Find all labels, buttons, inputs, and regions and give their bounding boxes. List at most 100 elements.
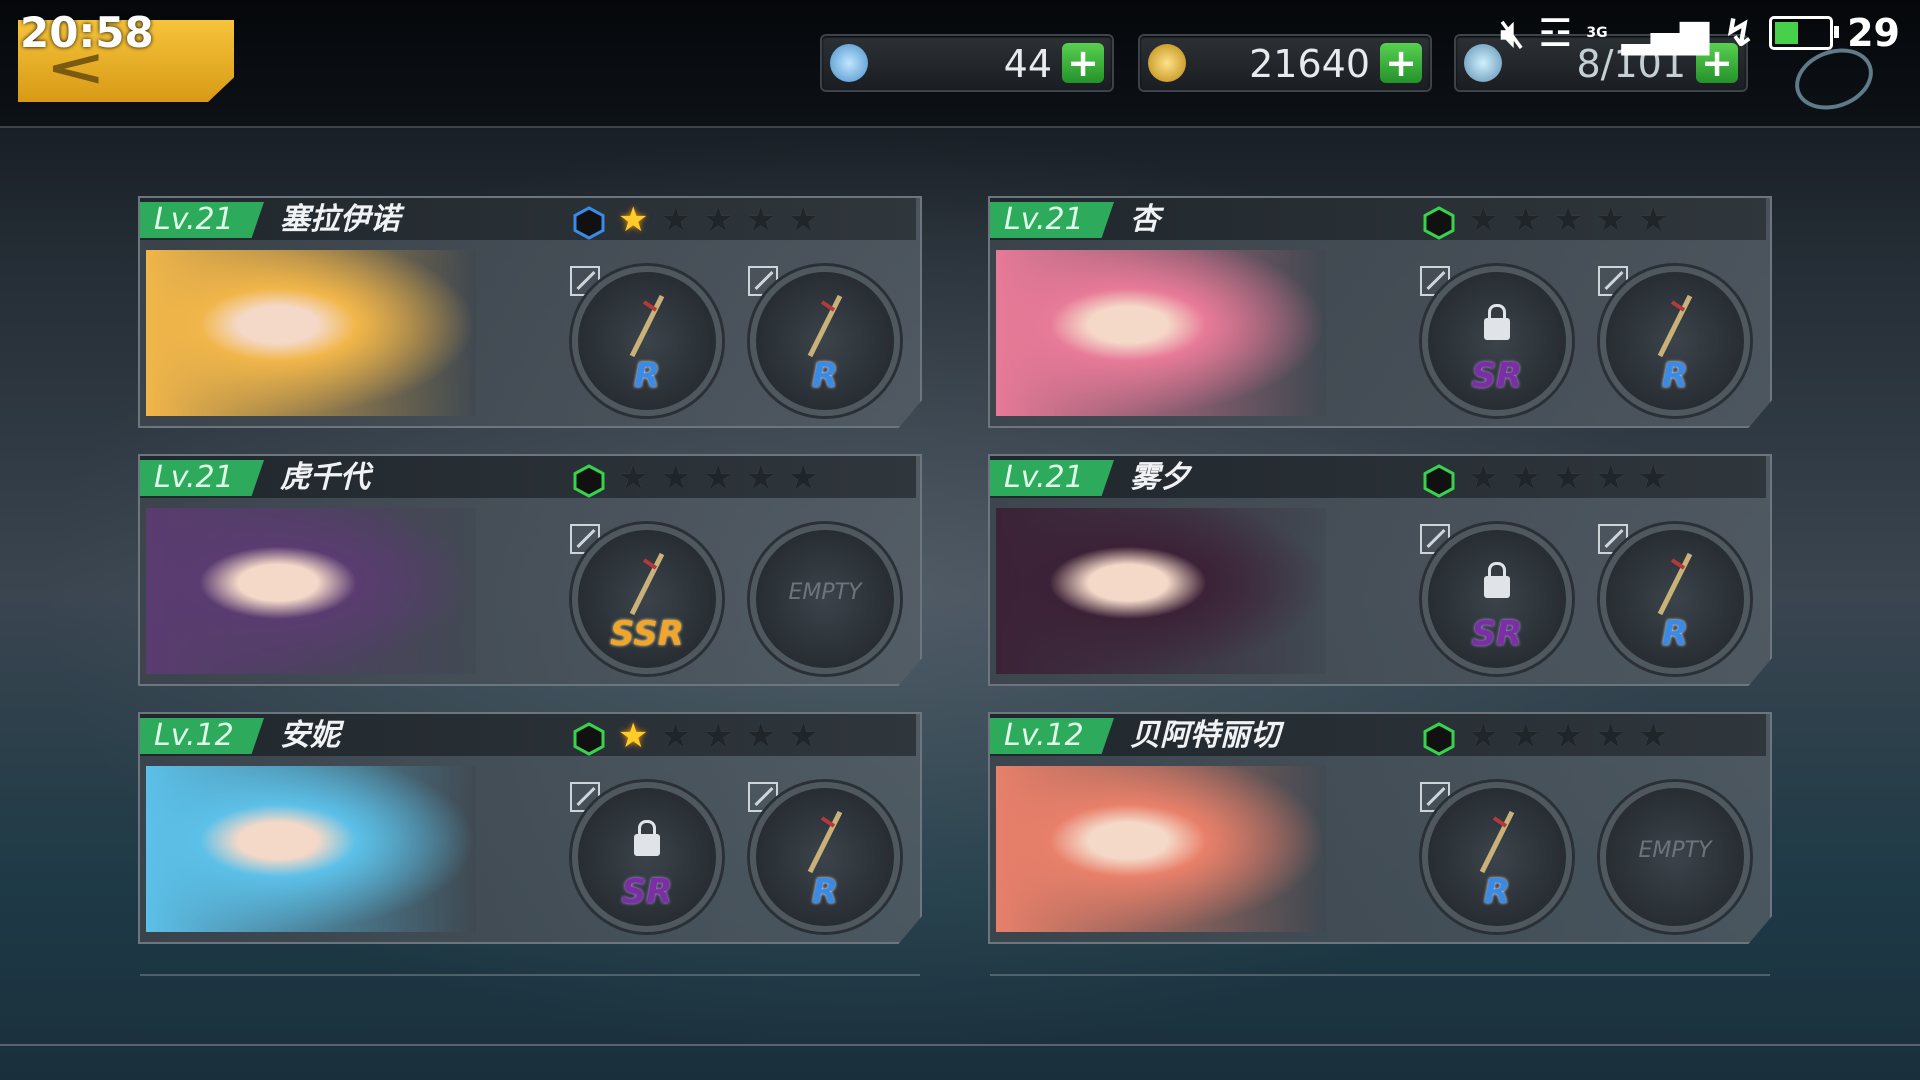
rarity-label: SSR xyxy=(610,614,684,654)
character-card[interactable]: Lv.21 虎千代 ★ ★ ★ ★ ★ SSR EMPTY xyxy=(138,454,922,686)
bottom-line xyxy=(0,1044,1920,1046)
rarity-label: R xyxy=(1483,872,1511,912)
level-badge: Lv.21 xyxy=(140,202,264,238)
star-icon: ★ xyxy=(618,716,649,756)
character-portrait[interactable] xyxy=(146,508,476,674)
empty-equipment-slot[interactable]: EMPTY xyxy=(1600,782,1750,932)
star-icon: ★ xyxy=(1552,458,1584,498)
rank-hexagon-icon xyxy=(1423,206,1455,240)
weapon-icon xyxy=(629,552,665,616)
character-name: 雾夕 xyxy=(1130,460,1190,495)
equipment-slot[interactable]: R xyxy=(750,782,900,932)
add-gold-button[interactable]: + xyxy=(1380,43,1422,83)
star-icon: ★ xyxy=(1510,716,1541,756)
star-icon: ★ xyxy=(745,200,776,240)
level-badge: Lv.21 xyxy=(990,202,1114,238)
gem-counter: 44 + xyxy=(820,34,1114,92)
star-icon: ★ xyxy=(702,458,734,498)
gold-counter: 21640 + xyxy=(1138,34,1432,92)
rank-hexagon-icon xyxy=(573,206,605,240)
card-header: Lv.12 安妮 ★ ★ ★ ★ ★ xyxy=(140,714,916,756)
rank-hexagon-icon xyxy=(573,464,605,498)
level-badge: Lv.12 xyxy=(990,718,1114,754)
empty-label: EMPTY xyxy=(788,580,862,605)
wifi-icon: ☲ xyxy=(1538,11,1573,55)
star-icon: ★ xyxy=(660,716,691,756)
character-card[interactable]: Lv.21 雾夕 ★ ★ ★ ★ ★ SR R xyxy=(988,454,1772,686)
rank-hexagon-icon xyxy=(573,722,605,756)
card-header: Lv.21 虎千代 ★ ★ ★ ★ ★ xyxy=(140,456,916,498)
weapon-icon xyxy=(629,294,665,358)
gem-icon xyxy=(830,44,868,82)
weapon-icon xyxy=(1657,294,1693,358)
mute-icon: 🔇︎ xyxy=(1500,10,1525,55)
star-icon: ★ xyxy=(1510,200,1541,240)
character-portrait[interactable] xyxy=(996,766,1326,932)
character-name: 塞拉伊诺 xyxy=(280,202,400,237)
character-portrait[interactable] xyxy=(146,766,476,932)
equipment-slot[interactable]: R xyxy=(750,266,900,416)
status-time: 20:58 xyxy=(20,8,154,57)
weapon-icon xyxy=(1657,552,1693,616)
rarity-label: SR xyxy=(621,872,673,912)
equipment-slot[interactable]: R xyxy=(572,266,722,416)
empty-equipment-slot[interactable]: EMPTY xyxy=(750,524,900,674)
star-icon: ★ xyxy=(1637,716,1669,756)
star-icon: ★ xyxy=(1468,716,1499,756)
equipment-slot[interactable]: R xyxy=(1600,266,1750,416)
character-card[interactable]: Lv.21 塞拉伊诺 ★ ★ ★ ★ ★ R R xyxy=(138,196,922,428)
equipment-slot[interactable]: SR xyxy=(572,782,722,932)
star-icon: ★ xyxy=(745,716,776,756)
system-status: 🔇︎ ☲ 3G ▂▄▆ ↯ 29 xyxy=(1500,8,1900,58)
star-icon: ★ xyxy=(1637,458,1669,498)
stamina-potion-icon xyxy=(1464,44,1502,82)
character-name: 贝阿特丽切 xyxy=(1130,718,1280,753)
star-rating: ★ ★ ★ ★ ★ xyxy=(1468,718,1668,754)
rank-hexagon-icon xyxy=(1423,722,1455,756)
rarity-label: R xyxy=(811,872,839,912)
star-rating: ★ ★ ★ ★ ★ xyxy=(618,460,818,496)
equipment-slot[interactable]: R xyxy=(1422,782,1572,932)
star-rating: ★ ★ ★ ★ ★ xyxy=(1468,460,1668,496)
top-bar: < 20:58 44 + 21640 + 8/101 + 🔇︎ ☲ 3G ▂▄▆… xyxy=(0,0,1920,128)
equipment-slot[interactable]: SSR xyxy=(572,524,722,674)
equipment-slot[interactable]: SR xyxy=(1422,266,1572,416)
card-header: Lv.21 杏 ★ ★ ★ ★ ★ xyxy=(990,198,1766,240)
rank-hexagon-icon xyxy=(1423,464,1455,498)
character-card[interactable]: Lv.12 安妮 ★ ★ ★ ★ ★ SR R xyxy=(138,712,922,944)
rarity-label: SR xyxy=(1471,356,1523,396)
character-portrait[interactable] xyxy=(996,250,1326,416)
weapon-icon xyxy=(807,810,843,874)
star-icon: ★ xyxy=(787,200,819,240)
rarity-label: R xyxy=(1661,356,1689,396)
star-icon: ★ xyxy=(702,200,734,240)
character-portrait[interactable] xyxy=(146,250,476,416)
star-icon: ★ xyxy=(745,458,776,498)
star-icon: ★ xyxy=(1595,716,1626,756)
lock-icon xyxy=(1484,562,1510,598)
equipment-slot[interactable]: SR xyxy=(1422,524,1572,674)
star-icon: ★ xyxy=(1637,200,1669,240)
star-icon: ★ xyxy=(1510,458,1541,498)
character-name: 虎千代 xyxy=(280,460,370,495)
character-card[interactable]: Lv.12 贝阿特丽切 ★ ★ ★ ★ ★ R EMPTY xyxy=(988,712,1772,944)
star-rating: ★ ★ ★ ★ ★ xyxy=(1468,202,1668,238)
rarity-label: SR xyxy=(1471,614,1523,654)
star-icon: ★ xyxy=(1595,200,1626,240)
charging-icon: ↯ xyxy=(1723,11,1756,55)
star-rating: ★ ★ ★ ★ ★ xyxy=(618,202,818,238)
star-icon: ★ xyxy=(660,458,691,498)
gem-value: 44 xyxy=(1003,42,1052,86)
card-header: Lv.21 塞拉伊诺 ★ ★ ★ ★ ★ xyxy=(140,198,916,240)
add-gems-button[interactable]: + xyxy=(1062,43,1104,83)
level-badge: Lv.21 xyxy=(990,460,1114,496)
character-portrait[interactable] xyxy=(996,508,1326,674)
equipment-slot[interactable]: R xyxy=(1600,524,1750,674)
signal-icon: ▂▄▆ xyxy=(1621,11,1710,55)
star-icon: ★ xyxy=(618,458,649,498)
battery-icon xyxy=(1769,16,1840,50)
character-card[interactable]: Lv.21 杏 ★ ★ ★ ★ ★ SR R xyxy=(988,196,1772,428)
weapon-icon xyxy=(1479,810,1515,874)
rarity-label: R xyxy=(811,356,839,396)
network-type: 3G xyxy=(1586,25,1608,41)
